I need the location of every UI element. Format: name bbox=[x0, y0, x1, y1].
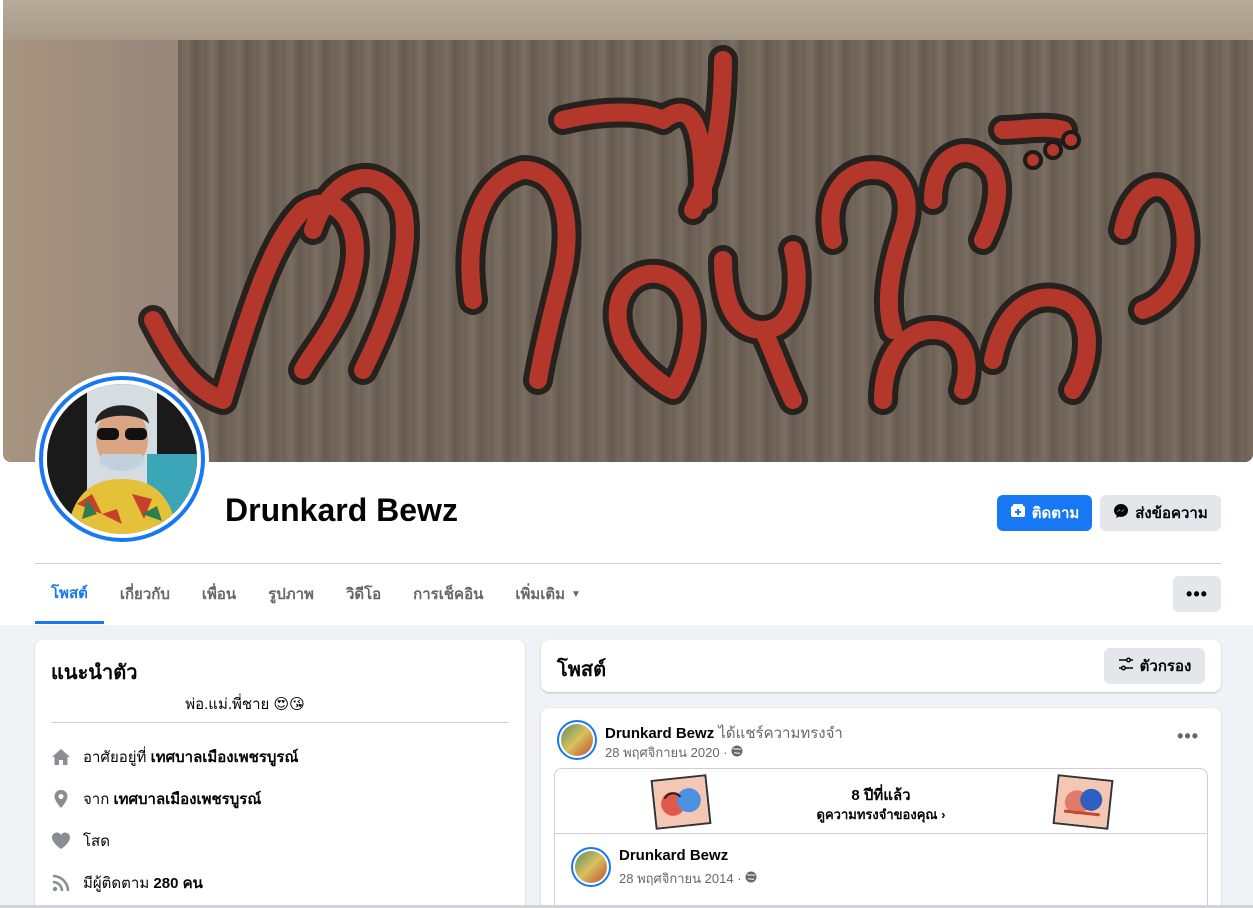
caret-down-icon: ▼ bbox=[571, 588, 581, 600]
memory-header: 8 ปีที่แล้ว ดูความทรงจำของคุณ › bbox=[555, 769, 1207, 834]
follow-button[interactable]: ติดตาม bbox=[997, 495, 1092, 531]
message-label: ส่งข้อความ bbox=[1135, 505, 1208, 522]
avatar-photo bbox=[47, 384, 197, 534]
intro-bio: พ่อ.แม่.พี่ชาย 😍😘 bbox=[185, 696, 305, 713]
post-action: ได้แชร์ความทรงจำ bbox=[718, 725, 843, 742]
profile-avatar[interactable] bbox=[35, 372, 209, 546]
followers-prefix: มีผู้ติดตาม bbox=[83, 875, 150, 892]
tab-posts[interactable]: โพสต์ bbox=[35, 565, 104, 624]
info-followers: มีผู้ติดตาม 280 คน bbox=[51, 871, 203, 895]
profile-tabs: โพสต์ เกี่ยวกับ เพื่อน รูปภาพ วิดีโอ การ… bbox=[35, 565, 597, 625]
filter-button[interactable]: ตัวกรอง bbox=[1104, 648, 1205, 684]
memory-author-link[interactable]: Drunkard Bewz bbox=[619, 847, 728, 864]
tab-checkins[interactable]: การเช็คอิน bbox=[397, 565, 499, 623]
tab-label: เพิ่มเติม bbox=[515, 586, 566, 603]
memory-illustration-right bbox=[1052, 774, 1114, 830]
heart-icon bbox=[51, 831, 71, 851]
from-prefix: จาก bbox=[83, 791, 110, 808]
posts-header-card: โพสต์ ตัวกรอง bbox=[541, 640, 1221, 692]
tab-photos[interactable]: รูปภาพ bbox=[252, 565, 330, 623]
profile-name: Drunkard Bewz bbox=[225, 492, 458, 528]
post-author-avatar[interactable] bbox=[557, 720, 597, 760]
intro-divider bbox=[51, 722, 509, 723]
memory-link-label: ดูความทรงจำของคุณ bbox=[816, 807, 938, 822]
followers-count-link[interactable]: 280 คน bbox=[153, 875, 202, 892]
follow-label: ติดตาม bbox=[1031, 505, 1080, 522]
tab-label: เกี่ยวกับ bbox=[119, 586, 170, 603]
filter-label: ตัวกรอง bbox=[1139, 658, 1192, 675]
more-options-button[interactable]: ••• bbox=[1173, 576, 1221, 612]
location-pin-icon bbox=[51, 789, 71, 809]
rss-icon bbox=[51, 873, 71, 893]
tab-about[interactable]: เกี่ยวกับ bbox=[104, 565, 186, 623]
post-author-link[interactable]: Drunkard Bewz bbox=[605, 725, 714, 742]
lives-place-link[interactable]: เทศบาลเมืองเพชรบูรณ์ bbox=[151, 749, 299, 766]
posts-title: โพสต์ bbox=[557, 659, 607, 681]
post-date-link[interactable]: 28 พฤศจิกายน 2020 · bbox=[605, 742, 728, 763]
chevron-right-icon: › bbox=[941, 807, 946, 822]
tabs-divider bbox=[35, 563, 1221, 564]
memory-author-avatar[interactable] bbox=[571, 847, 611, 887]
tab-friends[interactable]: เพื่อน bbox=[186, 565, 252, 623]
info-lives-in: อาศัยอยู่ที่ เทศบาลเมืองเพชรบูรณ์ bbox=[51, 745, 298, 769]
from-place-link[interactable]: เทศบาลเมืองเพชรบูรณ์ bbox=[113, 791, 261, 808]
cover-painted-letters bbox=[138, 45, 1201, 415]
memory-date-link[interactable]: 28 พฤศจิกายน 2014 · bbox=[619, 868, 742, 889]
tab-label: การเช็คอิน bbox=[413, 586, 484, 603]
tab-more[interactable]: เพิ่มเติม ▼ bbox=[499, 565, 597, 623]
post-card: Drunkard Bewz ได้แชร์ความทรงจำ 28 พฤศจิก… bbox=[541, 708, 1221, 908]
profile-header: Drunkard Bewz ติดตาม ส่งข้อความ โพสต์ เก… bbox=[0, 0, 1253, 625]
memory-meta: 28 พฤศจิกายน 2014 · bbox=[619, 868, 757, 889]
globe-icon bbox=[731, 745, 743, 760]
tab-label: โพสต์ bbox=[51, 585, 88, 602]
message-button[interactable]: ส่งข้อความ bbox=[1100, 495, 1221, 531]
post-options-button[interactable]: ••• bbox=[1177, 726, 1199, 747]
tab-label: วิดีโอ bbox=[345, 586, 382, 603]
globe-icon bbox=[745, 871, 757, 886]
relationship-status: โสด bbox=[83, 833, 110, 850]
info-relationship: โสด bbox=[51, 829, 110, 853]
info-from: จาก เทศบาลเมืองเพชรบูรณ์ bbox=[51, 787, 261, 811]
tab-label: รูปภาพ bbox=[268, 586, 314, 603]
tab-label: เพื่อน bbox=[201, 586, 237, 603]
messenger-icon bbox=[1113, 503, 1129, 523]
filter-icon bbox=[1118, 656, 1134, 676]
follow-icon bbox=[1010, 503, 1026, 523]
home-icon bbox=[51, 747, 71, 767]
memory-card[interactable]: 8 ปีที่แล้ว ดูความทรงจำของคุณ › Drunkard… bbox=[554, 768, 1208, 908]
intro-card: แนะนำตัว bbox=[35, 640, 525, 908]
lives-prefix: อาศัยอยู่ที่ bbox=[83, 749, 147, 766]
tab-videos[interactable]: วิดีโอ bbox=[330, 565, 397, 623]
post-meta: 28 พฤศจิกายน 2020 · bbox=[605, 742, 743, 763]
cover-photo[interactable] bbox=[3, 0, 1253, 462]
intro-title: แนะนำตัว bbox=[51, 662, 138, 684]
